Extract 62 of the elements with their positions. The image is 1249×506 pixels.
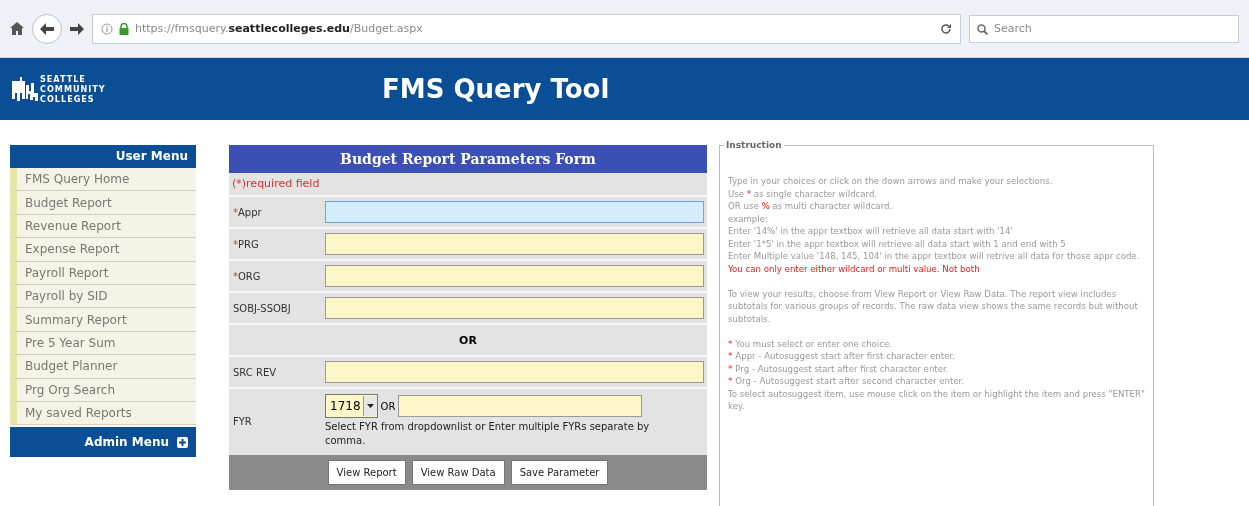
menu-item[interactable]: Pre 5 Year Sum (10, 331, 196, 356)
year-dropdown[interactable]: 1718 (325, 394, 378, 418)
instruction-text: Org - Autosuggest start after second character enter. (735, 375, 965, 388)
instruction-text: To select autosuggest item, use mouse click on the item or highlight the item and press "ENTER" key. (728, 387, 1145, 413)
menu-item[interactable]: Payroll Report (10, 261, 196, 285)
admin-menu-header[interactable]: Admin Menu (10, 427, 196, 458)
back-arrow-icon (40, 22, 54, 35)
app-title: FMS Query Tool (382, 74, 610, 104)
input-field[interactable] (325, 361, 704, 383)
help-text: Select FYR from dropdownlist or Enter multiple FYRs separate by comma. (325, 420, 651, 448)
field-label: *PRG (232, 238, 260, 250)
skyline-logo-icon (12, 75, 38, 103)
forward-icon[interactable] (70, 22, 84, 35)
form-button[interactable]: View Report (327, 460, 406, 485)
field-label: FYR (232, 415, 253, 427)
instruction-text: Use * as single character wildcard. (728, 187, 879, 200)
instruction-text: Appr - Autosuggest start after first character enter. (735, 350, 955, 363)
menu-item[interactable]: Payroll by SID (10, 284, 196, 309)
field-label: *Appr (232, 206, 263, 218)
field-label: SOBJ-SSOBJ (232, 302, 292, 314)
or-separator: OR (458, 332, 478, 349)
instruction-text: Enter '14%' in the appr textbox will retrieve all data start with '14' (728, 225, 1014, 238)
address-bar[interactable]: https://fmsquery.seattlecolleges.edu/Budget.aspx (92, 13, 961, 44)
or-label: OR (380, 400, 396, 412)
menu-item[interactable]: Budget Planner (10, 355, 196, 379)
back-button[interactable] (32, 13, 62, 44)
instruction-text: Type in your choices or click on the down arrows and make your selections. (728, 175, 1054, 188)
menu-item[interactable]: Prg Org Search (10, 378, 196, 402)
menu-item[interactable]: My saved Reports (10, 401, 196, 426)
input-field[interactable] (325, 233, 704, 255)
input-field[interactable] (398, 395, 643, 417)
menu-item[interactable]: Expense Report (10, 238, 196, 262)
input-field[interactable] (325, 201, 704, 223)
form-title: Budget Report Parameters Form (229, 145, 707, 173)
plus-icon[interactable] (177, 436, 188, 448)
input-field[interactable] (325, 265, 704, 287)
search-field[interactable]: Search (969, 14, 1239, 43)
menu-item[interactable]: Budget Report (10, 191, 196, 215)
field-label: *ORG (232, 270, 262, 282)
field-label: SRC REV (232, 366, 278, 378)
instruction-text: Prg - Autosuggest start after first character enter. (735, 362, 949, 375)
menu-header: User Menu (10, 145, 196, 168)
form-button[interactable]: Save Parameter (510, 460, 609, 485)
instruction-text: To view your results, choose from View Report or View Raw Data. The report view includes subtotals for various groups of records. The raw data view shows the same records but without subtotals. (728, 287, 1139, 325)
menu-item[interactable]: FMS Query Home (10, 168, 196, 192)
instruction-text: You must select or enter one choice. (735, 337, 892, 350)
home-icon[interactable] (10, 22, 24, 35)
instruction-text: Enter Multiple value '148, 145, 104' in the appr textbox will retrive all data for those appr code. You can only enter either wildcard or multi value. Not both (728, 250, 1141, 275)
instruction-text: Enter '1*5' in the appr textbox will retrieve all data start with 1 and end with 5 (728, 237, 1067, 250)
caret-icon (366, 404, 374, 408)
bullet-marker: * (728, 337, 733, 350)
required-note: (*)required field (231, 176, 321, 192)
bullet-marker: * (728, 350, 733, 363)
instruction-text: example: (728, 212, 769, 225)
menu-item[interactable]: Revenue Report (10, 214, 196, 239)
instruction-text: OR use % as multi character wildcard. (728, 200, 894, 213)
college-logo-text: SEATTLE COMMUNITY COLLEGES (40, 74, 106, 104)
form-button[interactable]: View Raw Data (411, 460, 505, 485)
bullet-marker: * (728, 375, 733, 388)
bullet-marker: * (728, 362, 733, 375)
input-field[interactable] (325, 297, 704, 319)
menu-item[interactable]: Summary Report (10, 308, 196, 332)
